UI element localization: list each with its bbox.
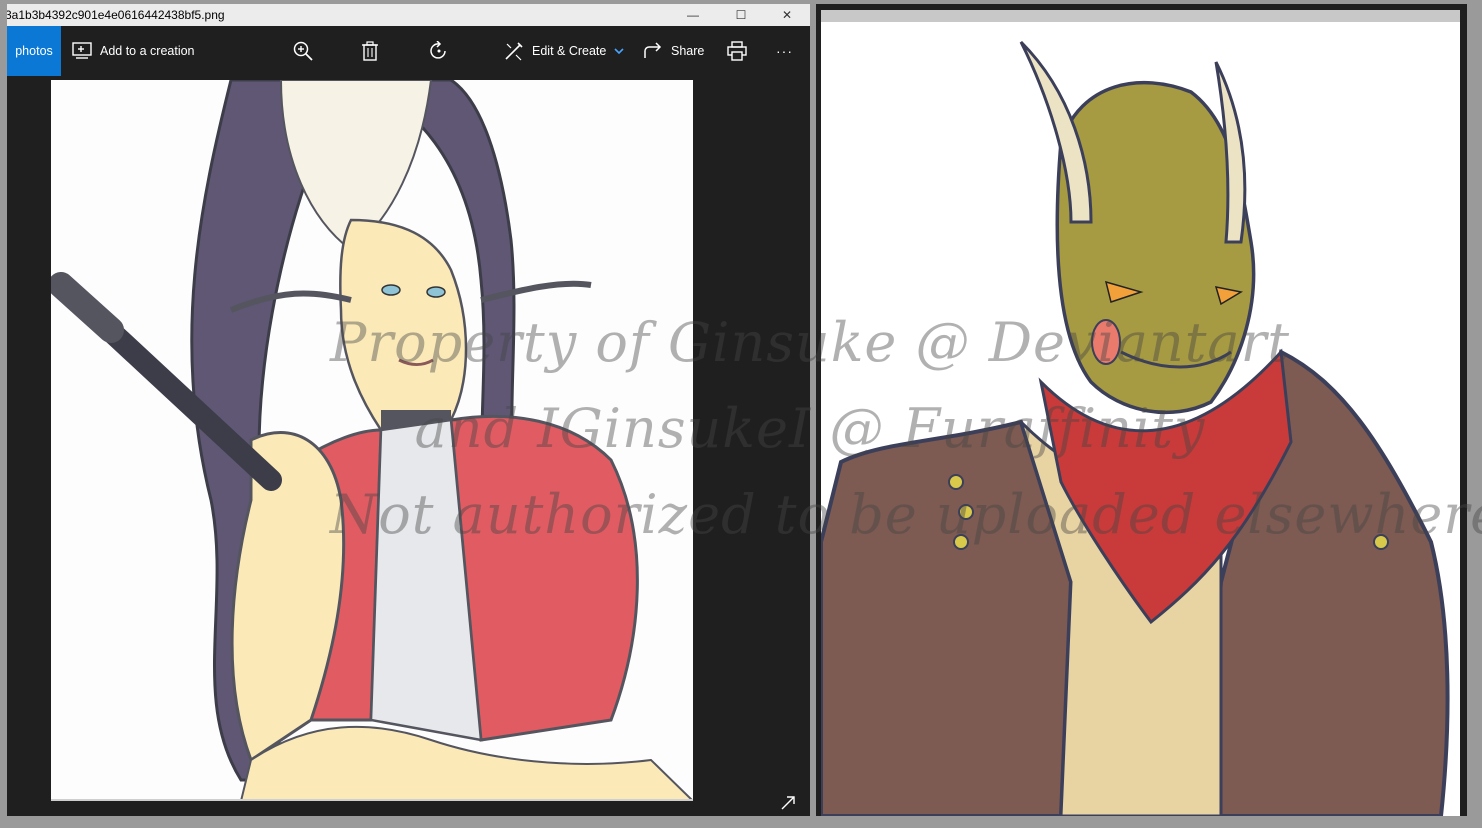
more-icon[interactable]: ··· (776, 26, 793, 76)
artwork-image-left[interactable] (51, 80, 693, 801)
second-image-viewer (816, 4, 1467, 816)
edit-create-icon (504, 41, 524, 61)
photos-toolbar: photos Add to a creation Edit & Create S… (7, 26, 810, 76)
expand-icon[interactable] (781, 796, 795, 815)
share-label: Share (671, 44, 705, 58)
viewer-top-bar (821, 10, 1460, 22)
delete-icon[interactable] (361, 26, 379, 76)
chevron-down-icon (614, 47, 624, 55)
see-all-photos-button[interactable]: photos (7, 26, 61, 76)
close-button[interactable]: ✕ (764, 4, 810, 26)
artwork-image-right[interactable] (821, 22, 1460, 816)
window-title: 3a1b3b4392c901e4e0616442438bf5.png (7, 8, 225, 22)
edit-create-button[interactable]: Edit & Create (504, 26, 624, 76)
image-viewer (7, 76, 810, 816)
photos-app-window: 3a1b3b4392c901e4e0616442438bf5.png — ☐ ✕… (7, 4, 810, 816)
maximize-button[interactable]: ☐ (718, 4, 764, 26)
zoom-in-icon[interactable] (293, 26, 313, 76)
add-to-creation-label: Add to a creation (100, 44, 195, 58)
minimize-button[interactable]: — (670, 4, 716, 26)
add-to-creation-button[interactable]: Add to a creation (72, 26, 195, 76)
rotate-icon[interactable] (429, 26, 449, 76)
share-button[interactable]: Share (643, 26, 704, 76)
title-bar: 3a1b3b4392c901e4e0616442438bf5.png — ☐ ✕ (7, 4, 810, 26)
print-icon[interactable] (727, 26, 747, 76)
edit-create-label: Edit & Create (532, 44, 607, 58)
see-all-photos-label: photos (15, 44, 53, 58)
share-icon (643, 42, 663, 60)
add-to-creation-icon (72, 42, 92, 60)
